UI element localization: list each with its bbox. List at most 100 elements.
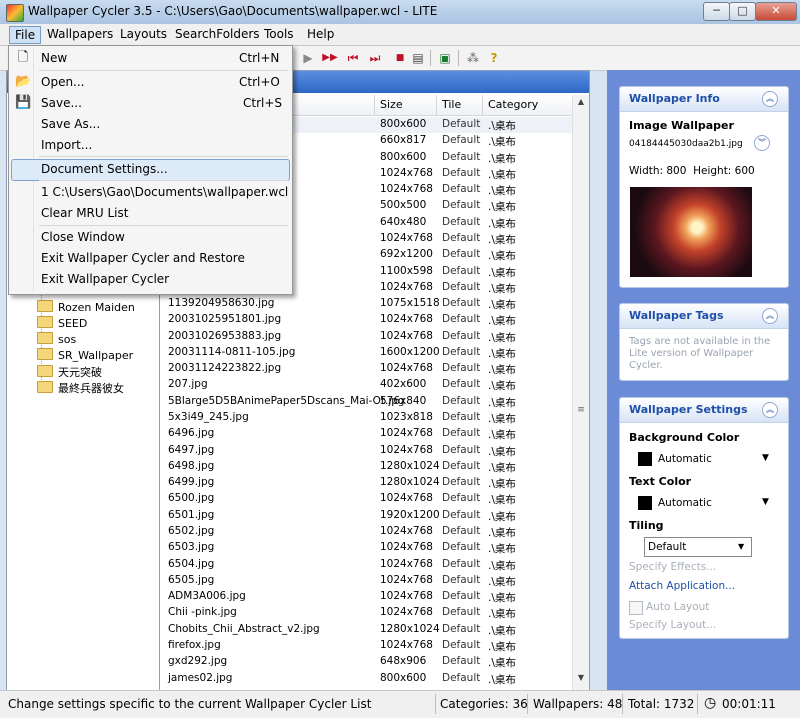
table-row[interactable]: 6502.jpg 1024x768 Default .\桌布	[160, 524, 572, 540]
specify-layout-link[interactable]: Specify Layout...	[629, 619, 716, 631]
tree-item[interactable]: SR_Wallpaper	[37, 348, 133, 363]
table-row[interactable]: Chii -pink.jpg 1024x768 Default .\桌布	[160, 605, 572, 621]
menu-item-close-window[interactable]: Close Window	[11, 227, 288, 247]
monitor-icon[interactable]: ▣	[437, 50, 453, 66]
image-wallpaper-label: Image Wallpaper	[629, 119, 734, 132]
table-row[interactable]: 6497.jpg 1024x768 Default .\桌布	[160, 443, 572, 459]
table-row[interactable]: 20031026953883.jpg 1024x768 Default .\桌布	[160, 329, 572, 345]
wallpaper-size: 1024x768	[380, 231, 433, 244]
table-row[interactable]: 5x3i49_245.jpg 1023x818 Default .\桌布	[160, 410, 572, 426]
wallpaper-tile: Default	[442, 671, 481, 684]
maximize-button[interactable]: □	[729, 2, 756, 21]
background-color-label: Background Color	[629, 431, 740, 444]
wallpaper-tile: Default	[442, 231, 481, 244]
table-row[interactable]: 207.jpg 402x600 Default .\桌布	[160, 377, 572, 393]
tree-item[interactable]: sos	[37, 332, 76, 347]
table-row[interactable]: 6496.jpg 1024x768 Default .\桌布	[160, 426, 572, 442]
tree-item[interactable]: Rozen Maiden	[37, 300, 135, 315]
menu-layouts[interactable]: Layouts	[115, 26, 172, 42]
status-separator	[527, 694, 528, 714]
wallpaper-tile: Default	[442, 459, 481, 472]
table-row[interactable]: 20031025951801.jpg 1024x768 Default .\桌布	[160, 312, 572, 328]
table-row[interactable]: 20031114-0811-105.jpg 1600x1200 Default .\桌…	[160, 345, 572, 361]
table-row[interactable]: 6505.jpg 1024x768 Default .\桌布	[160, 573, 572, 589]
table-row[interactable]: 6498.jpg 1280x1024 Default .\桌布	[160, 459, 572, 475]
text-color-picker[interactable]: Automatic ▼	[638, 494, 778, 512]
title-bar[interactable]: Wallpaper Cycler 3.5 - C:\Users\Gao\Docu…	[0, 0, 800, 25]
wallpaper-category: .\桌布	[488, 201, 516, 214]
collapse-icon[interactable]: ︽	[762, 402, 778, 418]
wallpaper-size: 1600x1200	[380, 345, 440, 358]
tree-item[interactable]: SEED	[37, 316, 87, 331]
table-row[interactable]: 5Blarge5D5BAnimePaper5Dscans_Mai-Ot.jpg 5…	[160, 394, 572, 410]
wallpaper-size: 1075x1518	[380, 297, 440, 310]
menu-searchfolders[interactable]: SearchFolders	[170, 26, 265, 42]
menu-item-new[interactable]: 🗋 New Ctrl+N	[11, 48, 288, 68]
wand-icon[interactable]: ⁂	[465, 50, 481, 66]
column-category[interactable]: Category	[488, 98, 538, 111]
table-row[interactable]: 6504.jpg 1024x768 Default .\桌布	[160, 557, 572, 573]
menu-item-import[interactable]: Import...	[11, 135, 288, 155]
menu-wallpapers[interactable]: Wallpapers	[42, 26, 118, 42]
scroll-up-icon[interactable]: ▲	[575, 97, 587, 111]
table-row[interactable]: 1139204958630.jpg 1075x1518 Default .\桌布	[160, 296, 572, 312]
table-row[interactable]: 6500.jpg 1024x768 Default .\桌布	[160, 491, 572, 507]
attach-application-link[interactable]: Attach Application...	[629, 580, 735, 592]
next-icon[interactable]: ⏭	[367, 50, 383, 66]
wallpaper-size: 660x817	[380, 134, 427, 147]
table-row[interactable]: ADM3A006.jpg 1024x768 Default .\桌布	[160, 589, 572, 605]
wallpaper-info-header[interactable]: Wallpaper Info ︽	[620, 87, 788, 112]
tree-item[interactable]: 天元突破	[37, 364, 102, 379]
expand-icon[interactable]: ︾	[754, 135, 770, 151]
table-row[interactable]: gxd292.jpg 648x906 Default .\桌布	[160, 654, 572, 670]
help-icon[interactable]: ?	[486, 50, 502, 66]
wallpaper-size: 1024x768	[380, 183, 433, 196]
play-icon[interactable]: ▶	[300, 50, 316, 66]
menu-tools[interactable]: Tools	[259, 26, 299, 42]
menu-item-clear-mru[interactable]: Clear MRU List	[11, 203, 288, 223]
table-row[interactable]: 6503.jpg 1024x768 Default .\桌布	[160, 540, 572, 556]
fast-forward-icon[interactable]: ▶▶	[322, 50, 338, 66]
tiling-select[interactable]: Default ▼	[644, 537, 752, 557]
wallpaper-name: 6500.jpg	[168, 492, 215, 505]
menu-help[interactable]: Help	[302, 26, 339, 42]
collapse-icon[interactable]: ︽	[762, 91, 778, 107]
auto-layout-checkbox[interactable]	[629, 601, 643, 615]
wallpaper-settings-header[interactable]: Wallpaper Settings ︽	[620, 398, 788, 423]
menu-item-save-as[interactable]: Save As...	[11, 114, 288, 134]
menu-item-recent-file[interactable]: 1 C:\Users\Gao\Documents\wallpaper.wcl	[11, 182, 288, 202]
scroll-grip-icon[interactable]: ≡	[576, 405, 586, 415]
table-row[interactable]: Chobits_Chii_Abstract_v2.jpg 1280x1024 Def…	[160, 622, 572, 638]
previous-icon[interactable]: ⏮	[345, 50, 361, 66]
background-color-picker[interactable]: Automatic ▼	[638, 450, 778, 468]
menu-file[interactable]: File	[9, 26, 42, 44]
list-scrollbar[interactable]: ▲ ≡ ▼	[572, 95, 589, 691]
table-row[interactable]: james02.jpg 800x600 Default .\桌布	[160, 671, 572, 687]
wallpaper-tags-header[interactable]: Wallpaper Tags ︽	[620, 304, 788, 329]
scroll-down-icon[interactable]: ▼	[575, 673, 587, 687]
stop-icon[interactable]: ■	[392, 50, 408, 66]
wallpaper-tile: Default	[442, 606, 481, 619]
app-icon[interactable]	[6, 4, 24, 22]
close-button[interactable]: ✕	[755, 2, 797, 21]
table-row[interactable]: 6501.jpg 1920x1200 Default .\桌布	[160, 508, 572, 524]
table-row[interactable]: 6499.jpg 1280x1024 Default .\桌布	[160, 475, 572, 491]
minimize-button[interactable]: ─	[703, 2, 730, 21]
menu-item-open[interactable]: 📂 Open... Ctrl+O	[11, 72, 288, 92]
collapse-icon[interactable]: ︽	[762, 308, 778, 324]
menu-item-exit[interactable]: Exit Wallpaper Cycler	[11, 269, 288, 289]
column-tile[interactable]: Tile	[442, 98, 461, 111]
wallpaper-settings-title: Wallpaper Settings	[629, 403, 748, 416]
column-size[interactable]: Size	[380, 98, 403, 111]
properties-icon[interactable]: ▤	[410, 50, 426, 66]
specify-effects-link[interactable]: Specify Effects...	[629, 561, 716, 573]
menu-item-save[interactable]: 💾 Save... Ctrl+S	[11, 93, 288, 113]
menu-separator	[39, 70, 288, 71]
menu-item-exit-restore[interactable]: Exit Wallpaper Cycler and Restore	[11, 248, 288, 268]
tree-item[interactable]: 最終兵器彼女	[37, 380, 124, 395]
wallpaper-tile: Default	[442, 280, 481, 293]
table-row[interactable]: firefox.jpg 1024x768 Default .\桌布	[160, 638, 572, 654]
wallpaper-thumbnail[interactable]	[630, 187, 752, 277]
menu-item-document-settings[interactable]: Document Settings...	[11, 159, 290, 181]
table-row[interactable]: 20031124223822.jpg 1024x768 Default .\桌布	[160, 361, 572, 377]
